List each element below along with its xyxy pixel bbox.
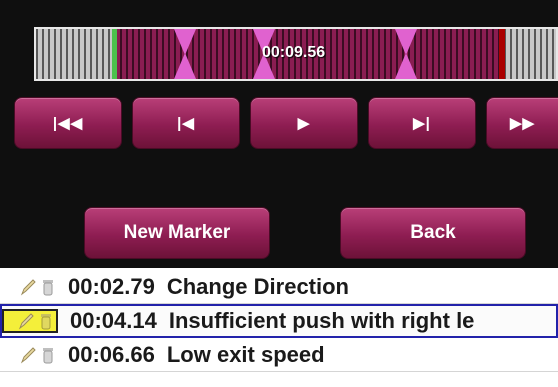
range-start-handle[interactable] — [112, 29, 117, 79]
edit-pencil-icon[interactable] — [20, 346, 36, 364]
fast-forward-button[interactable]: ▶▶ — [486, 97, 558, 149]
marker-time: 00:06.66 — [68, 341, 155, 367]
timeline-scrubber[interactable]: 00:09.56 — [34, 27, 558, 81]
marker-row-selected[interactable]: 00:04.14 Insufficient push with right le — [0, 304, 558, 338]
first-frame-button[interactable]: |◀◀ — [14, 97, 122, 149]
new-marker-label: New Marker — [123, 222, 231, 243]
step-back-icon: |◀ — [177, 115, 195, 132]
row-actions — [2, 309, 58, 333]
back-button[interactable]: Back — [340, 207, 526, 259]
video-control-panel: 00:09.56 |◀◀ |◀ ▶ ▶| ▶▶ New Marker Back — [0, 0, 558, 268]
marker-list: 00:02.79 Change Direction 00:04.14 Insuf… — [0, 270, 558, 372]
play-icon: ▶ — [297, 115, 311, 132]
marker-label: Insufficient push with right le — [168, 308, 475, 333]
trash-icon[interactable] — [40, 278, 56, 296]
marker-row[interactable]: 00:02.79 Change Direction — [0, 270, 558, 304]
trash-icon[interactable] — [40, 346, 56, 364]
play-button[interactable]: ▶ — [250, 97, 358, 149]
step-forward-icon: ▶| — [413, 115, 431, 132]
edit-pencil-icon[interactable] — [20, 278, 36, 296]
timeline-marker[interactable] — [395, 29, 417, 79]
current-time-label: 00:09.56 — [262, 44, 326, 61]
marker-time: 00:04.14 — [70, 308, 157, 333]
edit-pencil-icon[interactable] — [18, 312, 34, 330]
marker-label: Low exit speed — [166, 341, 325, 367]
skip-to-start-icon: |◀◀ — [52, 115, 84, 132]
previous-frame-button[interactable]: |◀ — [132, 97, 240, 149]
fast-forward-icon: ▶▶ — [509, 115, 536, 132]
next-frame-button[interactable]: ▶| — [368, 97, 476, 149]
marker-row[interactable]: 00:06.66 Low exit speed — [0, 338, 558, 372]
timeline-marker[interactable] — [174, 29, 196, 79]
row-actions — [0, 278, 68, 296]
range-end-handle[interactable] — [499, 29, 505, 79]
row-actions — [0, 346, 68, 364]
back-label: Back — [410, 222, 456, 243]
trash-icon[interactable] — [38, 312, 54, 330]
marker-time: 00:02.79 — [68, 273, 155, 299]
marker-label: Change Direction — [166, 273, 349, 299]
new-marker-button[interactable]: New Marker — [84, 207, 270, 259]
